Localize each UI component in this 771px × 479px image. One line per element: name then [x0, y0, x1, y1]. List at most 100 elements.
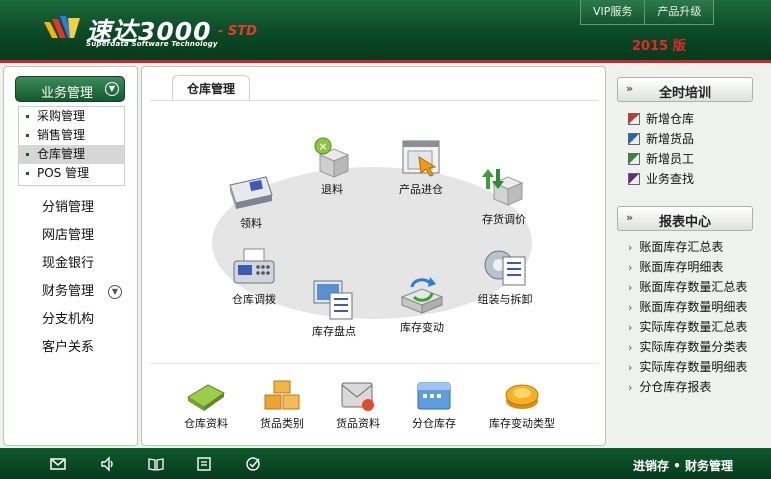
chevron-right-icon: ›	[628, 281, 633, 294]
nav-item-online-store[interactable]: 网店管理	[42, 222, 94, 250]
section-divider	[150, 363, 598, 364]
assemble-disassemble-button[interactable]: 组装与拆卸	[470, 245, 540, 307]
goods-category-label: 货品类别	[260, 417, 304, 430]
branch-inventory-button[interactable]: 分仓库存	[404, 379, 464, 431]
training-item-new-employee[interactable]: 新增员工	[628, 150, 694, 167]
nav-item-customer-relations[interactable]: 客户关系	[42, 334, 94, 362]
app-window: 速达3000 - STD Superdata Software Technolo…	[0, 0, 771, 479]
report-link[interactable]: › 账面库存汇总表	[628, 238, 723, 255]
coin-icon	[505, 384, 539, 409]
chevron-right-icon: ›	[628, 301, 633, 314]
logo: 速达3000 - STD Superdata Software Technolo…	[42, 10, 282, 54]
section-label: 业务管理	[41, 86, 94, 101]
report-link[interactable]: › 账面库存数量明细表	[628, 298, 747, 315]
chevron-right-icon: ›	[628, 361, 633, 374]
book-red-icon	[628, 113, 640, 125]
price-adjust-icon	[482, 169, 524, 206]
svg-text:×: ×	[318, 140, 327, 153]
submenu-item-purchase[interactable]: 采购管理	[19, 107, 124, 126]
assemble-disassemble-label: 组装与拆卸	[477, 293, 533, 306]
gear-list-icon	[484, 250, 526, 286]
report-label: 分仓库存报表	[639, 380, 712, 394]
inventory-change-label: 库存变动	[400, 321, 444, 334]
tab-warehouse[interactable]: 仓库管理	[172, 75, 251, 101]
chevron-right-icon: ›	[628, 241, 633, 254]
sidebar: 业务管理 ▼ 采购管理 销售管理 仓库管理 POS 管理 分销管理 网店管理 现…	[3, 66, 138, 446]
logo-subtitle: Superdata Software Technology	[86, 40, 218, 48]
warehouse-transfer-button[interactable]: 仓库调拨	[224, 247, 284, 307]
book-icon[interactable]	[148, 456, 164, 472]
stocktake-button[interactable]: 库存盘点	[304, 277, 364, 339]
return-material-icon: ×	[314, 137, 350, 178]
report-label: 实际库存数量明细表	[639, 360, 748, 374]
footer-product-text: 进销存 • 财务管理	[633, 459, 734, 473]
footer-bar: 进销存 • 财务管理	[0, 448, 771, 479]
issue-material-button[interactable]: 领料	[226, 171, 276, 231]
book-green-icon	[628, 153, 640, 165]
report-label: 账面库存数量明细表	[639, 300, 748, 314]
speaker-icon[interactable]	[100, 456, 116, 472]
issue-material-icon	[229, 176, 273, 209]
submenu-item-warehouse[interactable]: 仓库管理	[19, 145, 124, 164]
nav-item-distribution[interactable]: 分销管理	[42, 194, 94, 222]
mail-icon[interactable]	[50, 456, 66, 472]
training-item-label: 新增货品	[646, 132, 695, 146]
warehouse-data-icon	[187, 384, 225, 411]
product-inbound-button[interactable]: 产品进仓	[386, 137, 456, 197]
version-label: 2015 版	[632, 39, 686, 54]
return-material-button[interactable]: × 退料	[302, 137, 362, 197]
nav-item-finance-label: 财务管理	[42, 284, 95, 299]
submenu-item-sales[interactable]: 销售管理	[19, 126, 124, 145]
book-purple-icon	[628, 173, 640, 185]
chevron-down-icon: ▼	[108, 285, 122, 299]
report-label: 账面库存汇总表	[639, 240, 724, 254]
price-adjust-label: 存货调价	[482, 213, 526, 226]
book-blue-icon	[628, 133, 640, 145]
price-adjust-button[interactable]: 存货调价	[474, 167, 534, 227]
goods-category-button[interactable]: 货品类别	[252, 379, 312, 431]
inventory-change-type-label: 库存变动类型	[489, 417, 555, 430]
inventory-change-type-button[interactable]: 库存变动类型	[482, 379, 562, 431]
training-item-business-search[interactable]: 业务查找	[628, 170, 694, 187]
report-link[interactable]: › 分仓库存报表	[628, 378, 711, 395]
submenu-item-pos[interactable]: POS 管理	[19, 164, 124, 183]
training-header[interactable]: » 全时培训	[617, 77, 753, 102]
stocktake-label: 库存盘点	[312, 325, 356, 338]
right-panel: » 全时培训 新增仓库 新增货品 新增员工 业务查找 » 报表中心 › 账面库存汇…	[608, 66, 768, 446]
chevron-down-icon: ▼	[105, 82, 119, 96]
top-buttons: VIP服务 产品升级	[580, 0, 715, 25]
training-item-label: 新增员工	[646, 152, 695, 166]
branch-inventory-label: 分仓库存	[412, 417, 456, 430]
training-item-label: 新增仓库	[646, 112, 695, 126]
business-management-button[interactable]: 业务管理 ▼	[15, 76, 125, 102]
news-icon[interactable]	[196, 456, 212, 472]
header-bar: 速达3000 - STD Superdata Software Technolo…	[0, 0, 771, 60]
warehouse-data-button[interactable]: 仓库资料	[176, 379, 236, 431]
chevron-right-icon: ›	[628, 381, 633, 394]
report-link[interactable]: › 实际库存数量汇总表	[628, 318, 747, 335]
report-label: 实际库存数量分类表	[639, 340, 748, 354]
report-link[interactable]: › 账面库存数量汇总表	[628, 278, 747, 295]
goods-data-button[interactable]: 货品资料	[328, 379, 388, 431]
report-center-header[interactable]: » 报表中心	[617, 206, 753, 231]
issue-material-label: 领料	[240, 217, 262, 230]
report-label: 账面库存数量汇总表	[639, 280, 748, 294]
nav-item-cash-bank[interactable]: 现金银行	[42, 250, 94, 278]
logo-mark-icon	[44, 16, 80, 38]
report-label: 账面库存明细表	[639, 260, 724, 274]
training-item-new-warehouse[interactable]: 新增仓库	[628, 110, 694, 127]
report-link[interactable]: › 账面库存明细表	[628, 258, 723, 275]
training-item-new-goods[interactable]: 新增货品	[628, 130, 694, 147]
check-circle-icon[interactable]	[245, 456, 261, 472]
vip-service-button[interactable]: VIP服务	[580, 0, 646, 25]
boxes-icon	[264, 380, 300, 410]
report-link[interactable]: › 实际库存数量明细表	[628, 358, 747, 375]
report-link[interactable]: › 实际库存数量分类表	[628, 338, 747, 355]
nav-item-branches[interactable]: 分支机构	[42, 306, 94, 334]
inventory-change-button[interactable]: 库存变动	[392, 273, 452, 335]
product-upgrade-button[interactable]: 产品升级	[645, 0, 715, 25]
goods-data-icon	[341, 382, 374, 411]
nav-item-finance[interactable]: 财务管理 ▼	[42, 278, 122, 306]
main-panel: 仓库管理 × 退料 产品进仓 领料 存货调价 仓库调拨 组装与拆卸 库存盘点 库…	[141, 66, 606, 446]
warehouse-transfer-label: 仓库调拨	[232, 293, 276, 306]
